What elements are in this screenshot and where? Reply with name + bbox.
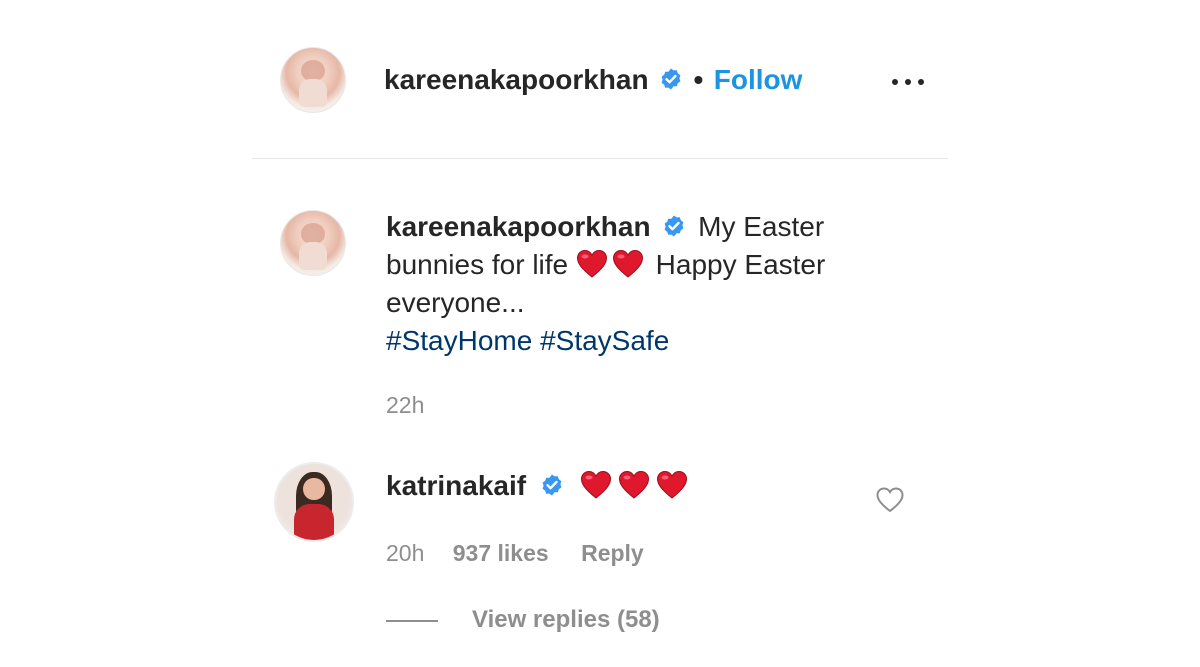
header-user-row: kareenakapoorkhan • Follow xyxy=(384,64,802,96)
red-heart-emoji-icon xyxy=(580,470,611,499)
caption-username-link[interactable]: kareenakapoorkhan xyxy=(386,211,651,242)
comment-username-link[interactable]: katrinakaif xyxy=(386,470,526,501)
verified-badge-icon xyxy=(664,215,684,237)
post-header: kareenakapoorkhan • Follow xyxy=(252,0,948,159)
separator-dot: • xyxy=(693,64,704,95)
post-panel: kareenakapoorkhan • Follow kareenakapoor… xyxy=(252,0,948,667)
comment-timestamp[interactable]: 20h xyxy=(386,540,424,566)
caption-hashtags[interactable]: #StayHome #StaySafe xyxy=(386,325,669,356)
more-options-icon[interactable] xyxy=(888,72,928,92)
verified-badge-icon xyxy=(661,68,681,90)
caption-timestamp[interactable]: 22h xyxy=(386,392,424,419)
red-heart-emoji-icon xyxy=(612,249,643,278)
verified-badge-icon xyxy=(542,474,562,496)
view-replies-button[interactable]: View replies (58) xyxy=(386,606,660,634)
caption: kareenakapoorkhan My Easter bunnies for … xyxy=(386,208,906,360)
comment-meta: 20h 937 likes Reply xyxy=(386,540,644,567)
replies-divider-line xyxy=(386,619,438,622)
heart-outline-icon[interactable] xyxy=(876,487,904,513)
avatar[interactable] xyxy=(280,47,346,113)
comment-likes[interactable]: 937 likes xyxy=(453,540,549,566)
view-replies-label[interactable]: View replies (58) xyxy=(472,606,660,633)
red-heart-emoji-icon xyxy=(576,249,607,278)
username-link[interactable]: kareenakapoorkhan xyxy=(384,64,649,95)
comment-row: katrinakaif xyxy=(386,470,694,502)
reply-button[interactable]: Reply xyxy=(581,540,644,566)
comment-hearts xyxy=(580,470,694,501)
follow-button[interactable]: Follow xyxy=(714,64,803,95)
red-heart-emoji-icon xyxy=(618,470,649,499)
red-heart-emoji-icon xyxy=(656,470,687,499)
comment-avatar[interactable] xyxy=(274,462,354,542)
caption-avatar[interactable] xyxy=(280,210,346,276)
